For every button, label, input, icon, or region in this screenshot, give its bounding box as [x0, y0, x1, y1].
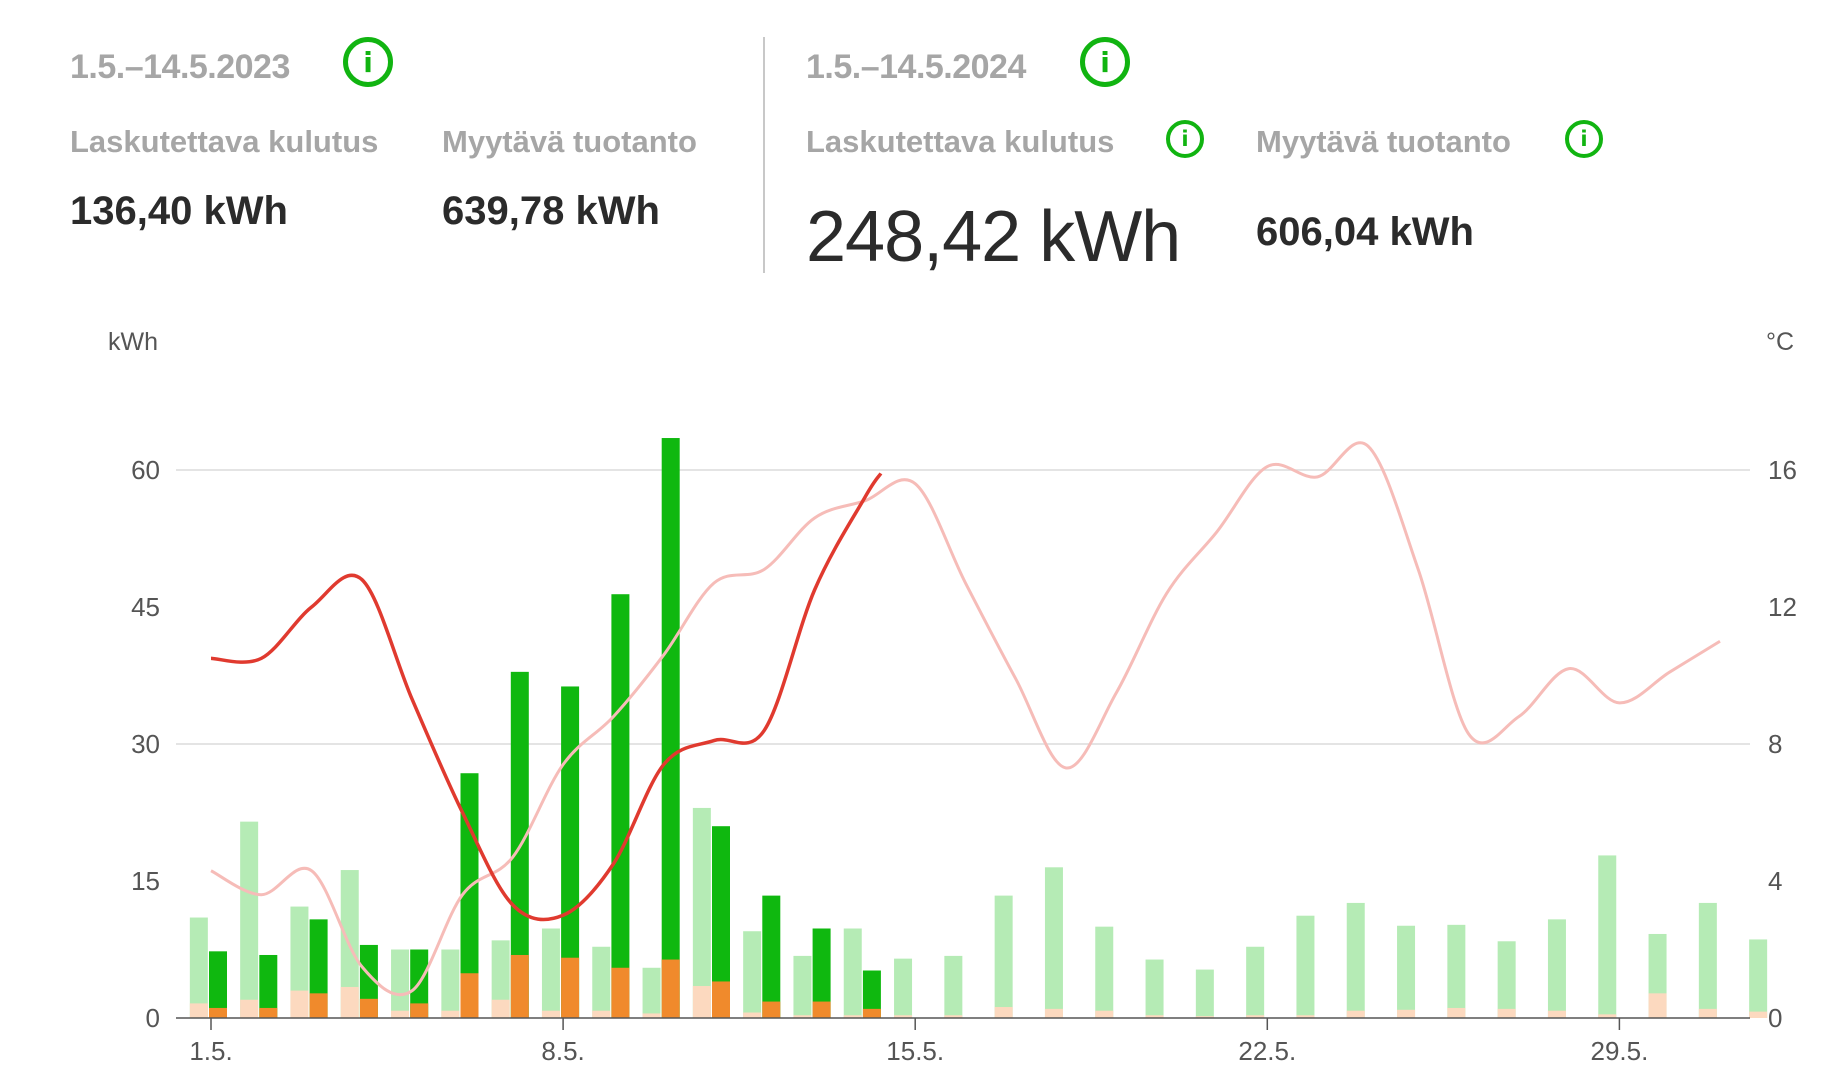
bar-consumption-current [309, 993, 328, 1018]
y-left-tick-label: 0 [146, 1003, 160, 1033]
bar-production-previous [1547, 919, 1566, 1018]
bars [189, 438, 1768, 1018]
y-left-unit: kWh [108, 328, 158, 356]
temperature-line-current [210, 472, 883, 922]
bar-production-previous [994, 895, 1013, 1018]
bar-production-current [611, 594, 630, 1018]
bar-consumption-current [561, 957, 580, 1018]
bar-production-previous [391, 949, 410, 1018]
bar-production-previous [1749, 939, 1768, 1018]
y-right-tick-label: 4 [1768, 866, 1782, 896]
bar-consumption-previous [290, 990, 309, 1018]
bar-consumption-previous [189, 1003, 208, 1018]
bar-production-previous [1497, 941, 1516, 1018]
bar-consumption-previous [1497, 1008, 1516, 1018]
bar-consumption-previous [743, 1012, 762, 1018]
bar-consumption-current [209, 1007, 227, 1018]
bar-production-previous [1698, 902, 1717, 1018]
bar-consumption-previous [592, 1010, 611, 1018]
bar-consumption-previous [1648, 993, 1667, 1018]
x-tick-label: 22.5. [1238, 1036, 1296, 1066]
bar-production-previous [642, 967, 661, 1018]
bar-consumption-previous [541, 1010, 560, 1018]
bar-consumption-previous [1447, 1007, 1466, 1018]
bar-consumption-current [712, 981, 730, 1018]
temperature-lines [210, 441, 1721, 997]
y-left-tick-label: 45 [131, 592, 160, 622]
bar-production-previous [1145, 959, 1164, 1018]
bar-consumption-current [259, 1007, 278, 1018]
bar-consumption-current [762, 1001, 781, 1018]
x-tick-label: 1.5. [189, 1036, 232, 1066]
bar-consumption-previous [1698, 1008, 1717, 1018]
bar-consumption-previous [340, 986, 359, 1018]
bar-consumption-previous [1044, 1008, 1063, 1018]
bar-production-previous [189, 917, 208, 1018]
bar-consumption-current [812, 1001, 831, 1018]
bar-production-previous [240, 821, 259, 1018]
bar-production-previous [743, 931, 762, 1018]
bar-production-current [661, 438, 680, 1018]
bar-consumption-previous [240, 999, 259, 1018]
y-right-tick-label: 16 [1768, 455, 1797, 485]
bar-production-previous [1246, 946, 1265, 1018]
y-right-unit: °C [1766, 328, 1794, 356]
bar-consumption-previous [1749, 1011, 1768, 1018]
bar-consumption-previous [1547, 1010, 1566, 1018]
bar-consumption-current [359, 998, 378, 1018]
x-tick-label: 29.5. [1590, 1036, 1648, 1066]
y-left-tick-label: 15 [131, 866, 160, 896]
bar-production-previous [1598, 855, 1617, 1018]
y-right-tick-label: 0 [1768, 1003, 1782, 1033]
bar-production-previous [843, 928, 862, 1018]
bar-production-previous [1447, 924, 1466, 1018]
bar-consumption-current [862, 1008, 881, 1018]
bar-consumption-previous [994, 1007, 1013, 1018]
bar-consumption-previous [441, 1010, 460, 1018]
energy-chart: 0 15 30 45 60 0 4 8 12 16 kWh °C 1.5. 8.5. 15.5. 22.5. 2… [108, 328, 1797, 1066]
bar-production-previous [1346, 902, 1365, 1018]
bar-consumption-previous [1095, 1010, 1114, 1018]
bar-production-previous [1044, 867, 1063, 1018]
bar-production-previous [1195, 969, 1214, 1018]
y-left-tick-label: 30 [131, 729, 160, 759]
y-right-tick-label: 12 [1768, 592, 1797, 622]
bar-consumption-current [510, 954, 529, 1018]
bar-production-previous [894, 958, 913, 1018]
bar-production-previous [1397, 925, 1416, 1018]
bar-consumption-previous [391, 1010, 410, 1018]
bar-consumption-previous [1346, 1010, 1365, 1018]
bar-production-current [762, 895, 781, 1018]
bar-consumption-previous [1397, 1009, 1416, 1018]
x-tick-label: 8.5. [541, 1036, 584, 1066]
bar-consumption-current [661, 959, 680, 1018]
y-right-tick-label: 8 [1768, 729, 1782, 759]
y-left-tick-label: 60 [131, 455, 160, 485]
bar-production-previous [592, 946, 611, 1018]
bar-production-previous [793, 955, 812, 1018]
bar-production-previous [1095, 926, 1114, 1018]
x-tick-label: 15.5. [886, 1036, 944, 1066]
bar-consumption-previous [692, 986, 711, 1018]
bar-consumption-previous [491, 999, 510, 1018]
bar-production-previous [541, 928, 560, 1018]
bar-consumption-current [460, 973, 479, 1018]
bar-production-previous [1296, 915, 1315, 1018]
temperature-line-previous [210, 441, 1721, 997]
bar-production-previous [944, 955, 963, 1018]
bar-consumption-current [410, 1003, 429, 1018]
bar-consumption-current [611, 967, 630, 1018]
bar-production-previous [441, 949, 460, 1018]
